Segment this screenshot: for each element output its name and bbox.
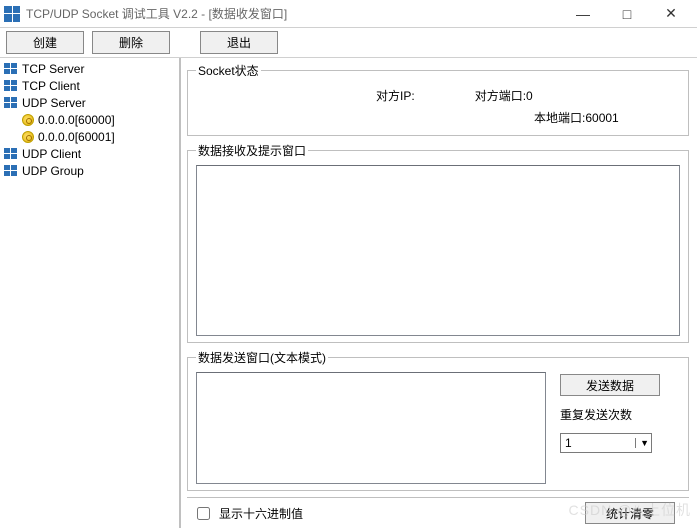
hex-checkbox-wrap[interactable]: 显示十六进制值 bbox=[193, 504, 303, 523]
send-legend: 数据发送窗口(文本模式) bbox=[196, 349, 328, 366]
window-controls: ― □ ✕ bbox=[561, 0, 693, 28]
endpoint-icon bbox=[22, 114, 34, 126]
sidebar-item-udp-server[interactable]: UDP Server bbox=[0, 94, 179, 111]
sidebar-item-label: TCP Server bbox=[22, 62, 84, 76]
sidebar-item-label: UDP Client bbox=[22, 147, 81, 161]
hex-label: 显示十六进制值 bbox=[219, 505, 303, 522]
server-icon bbox=[4, 63, 18, 75]
main: TCP Server TCP Client UDP Server 0.0.0.0… bbox=[0, 58, 697, 528]
delete-button[interactable]: 删除 bbox=[92, 31, 170, 54]
exit-button[interactable]: 退出 bbox=[200, 31, 278, 54]
hex-checkbox[interactable] bbox=[197, 507, 210, 520]
repeat-select[interactable]: 1 ▼ bbox=[560, 433, 652, 453]
server-icon bbox=[4, 80, 18, 92]
peer-port-label: 对方端口:0 bbox=[475, 85, 533, 107]
server-icon bbox=[4, 148, 18, 160]
repeat-label: 重复发送次数 bbox=[560, 406, 680, 423]
endpoint-icon bbox=[22, 131, 34, 143]
window-title: TCP/UDP Socket 调试工具 V2.2 - [数据收发窗口] bbox=[26, 5, 287, 22]
app-icon bbox=[4, 6, 20, 22]
chevron-down-icon: ▼ bbox=[635, 438, 649, 448]
server-icon bbox=[4, 97, 18, 109]
create-button[interactable]: 创建 bbox=[6, 31, 84, 54]
server-icon bbox=[4, 165, 18, 177]
sidebar-item-label: UDP Group bbox=[22, 164, 84, 178]
sidebar-item-label: 0.0.0.0[60001] bbox=[38, 130, 115, 144]
close-button[interactable]: ✕ bbox=[649, 0, 693, 28]
send-button[interactable]: 发送数据 bbox=[560, 374, 660, 396]
receive-textarea[interactable] bbox=[196, 165, 680, 336]
sidebar-item-udp-group[interactable]: UDP Group bbox=[0, 162, 179, 179]
receive-legend: 数据接收及提示窗口 bbox=[196, 142, 308, 159]
socket-status-legend: Socket状态 bbox=[196, 62, 261, 79]
reset-stats-button[interactable]: 统计清零 bbox=[585, 502, 675, 524]
sidebar-item-udp-endpoint[interactable]: 0.0.0.0[60000] bbox=[0, 111, 179, 128]
sidebar-item-label: UDP Server bbox=[22, 96, 86, 110]
sidebar-tree: TCP Server TCP Client UDP Server 0.0.0.0… bbox=[0, 58, 181, 528]
send-group: 数据发送窗口(文本模式) 发送数据 重复发送次数 1 ▼ bbox=[187, 349, 689, 491]
toolbar: 创建 删除 退出 bbox=[0, 28, 697, 58]
repeat-value: 1 bbox=[565, 436, 572, 450]
titlebar: TCP/UDP Socket 调试工具 V2.2 - [数据收发窗口] ― □ … bbox=[0, 0, 697, 28]
sidebar-item-label: TCP Client bbox=[22, 79, 80, 93]
minimize-button[interactable]: ― bbox=[561, 0, 605, 28]
sidebar-item-udp-client[interactable]: UDP Client bbox=[0, 145, 179, 162]
sidebar-item-udp-endpoint[interactable]: 0.0.0.0[60001] bbox=[0, 128, 179, 145]
content-pane: Socket状态 对方IP: 对方端口:0 本地端口:60001 数据接收及提示… bbox=[181, 58, 697, 528]
local-port-label: 本地端口:60001 bbox=[534, 111, 619, 125]
sidebar-item-tcp-server[interactable]: TCP Server bbox=[0, 60, 179, 77]
maximize-button[interactable]: □ bbox=[605, 0, 649, 28]
send-textarea[interactable] bbox=[196, 372, 546, 484]
sidebar-item-tcp-client[interactable]: TCP Client bbox=[0, 77, 179, 94]
sidebar-item-label: 0.0.0.0[60000] bbox=[38, 113, 115, 127]
socket-status-group: Socket状态 对方IP: 对方端口:0 本地端口:60001 bbox=[187, 62, 689, 136]
bottom-bar: 显示十六进制值 统计清零 bbox=[187, 497, 689, 524]
peer-ip-label: 对方IP: bbox=[376, 85, 415, 107]
receive-group: 数据接收及提示窗口 bbox=[187, 142, 689, 343]
